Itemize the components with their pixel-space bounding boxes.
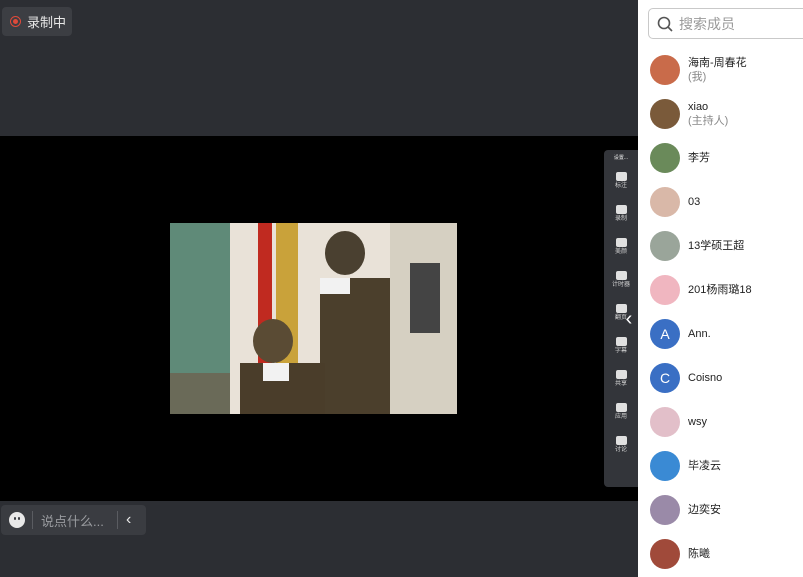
- avatar: C: [650, 363, 680, 393]
- member-name: 毕凌云: [688, 460, 721, 472]
- divider: [117, 511, 118, 529]
- shared-video-area: [0, 136, 638, 501]
- avatar: [650, 55, 680, 85]
- tool-label: 共享: [614, 380, 627, 387]
- member-panel: 搜索成员 海南-周春花 (我) xiao (主持人) 李芳 03 13学硕王超 20…: [638, 0, 803, 577]
- member-item[interactable]: 03: [650, 187, 800, 217]
- collapse-panel-button[interactable]: ‹: [620, 304, 638, 334]
- tool-annotate[interactable]: 标注: [604, 164, 638, 197]
- avatar: [650, 231, 680, 261]
- divider: [32, 511, 33, 529]
- member-name: 03: [688, 196, 701, 208]
- chevron-left-icon: ‹: [625, 307, 633, 330]
- tool-label: 讨论: [614, 446, 627, 453]
- tool-timer[interactable]: 计时器: [604, 263, 638, 296]
- member-item[interactable]: 201杨雨璐18: [650, 275, 800, 305]
- member-item[interactable]: 毕凌云: [650, 451, 800, 481]
- avatar: [650, 143, 680, 173]
- avatar: [650, 275, 680, 305]
- tool-label: 字幕: [614, 347, 627, 354]
- apps-icon: [615, 402, 627, 412]
- toolbar-settings[interactable]: 设置...: [604, 150, 638, 164]
- timer-icon: [615, 270, 627, 280]
- record-dot-icon: [10, 16, 21, 27]
- member-name: Coisno: [688, 372, 723, 384]
- member-item[interactable]: xiao (主持人): [650, 99, 800, 129]
- tool-beauty[interactable]: 美颜: [604, 230, 638, 263]
- member-role: (主持人): [688, 115, 729, 127]
- chat-bar: 说点什么... ‹: [1, 505, 146, 535]
- member-item[interactable]: C Coisno: [650, 363, 800, 393]
- discussion-icon: [615, 435, 627, 445]
- member-name: 13学硕王超: [688, 240, 745, 252]
- member-name: 李芳: [688, 152, 710, 164]
- tool-discussion[interactable]: 讨论: [604, 428, 638, 461]
- avatar: [650, 495, 680, 525]
- tool-label: 应用: [614, 413, 627, 420]
- member-name: 边奕安: [688, 504, 721, 516]
- meeting-stage: 录制中 设置... 标注 录制 美颜 计时器 翻页 字幕 共享 应用 讨论 ‹ …: [0, 0, 638, 577]
- avatar: [650, 99, 680, 129]
- tool-label: 美颜: [614, 248, 627, 255]
- member-item[interactable]: 13学硕王超: [650, 231, 800, 261]
- beauty-icon: [615, 237, 627, 247]
- member-name: 201杨雨璐18: [688, 284, 752, 296]
- record-icon: [615, 204, 627, 214]
- avatar: [650, 451, 680, 481]
- tool-share[interactable]: 共享: [604, 362, 638, 395]
- tool-apps[interactable]: 应用: [604, 395, 638, 428]
- tool-label: 标注: [614, 182, 627, 189]
- avatar: [650, 407, 680, 437]
- subtitle-icon: [615, 336, 627, 346]
- member-item[interactable]: 陈曦: [650, 539, 800, 569]
- member-item[interactable]: A Ann.: [650, 319, 800, 349]
- tool-record[interactable]: 录制: [604, 197, 638, 230]
- search-placeholder: 搜索成员: [679, 15, 735, 32]
- member-item[interactable]: wsy: [650, 407, 800, 437]
- search-icon: [657, 16, 673, 32]
- chevron-left-icon[interactable]: ‹: [126, 511, 131, 529]
- tool-label: 录制: [614, 215, 627, 222]
- recording-label: 录制中: [27, 15, 67, 30]
- member-name: 陈曦: [688, 548, 710, 560]
- member-item[interactable]: 边奕安: [650, 495, 800, 525]
- member-name: Ann.: [688, 328, 711, 340]
- member-name: xiao: [688, 101, 709, 113]
- member-search-input[interactable]: 搜索成员: [648, 8, 803, 39]
- screen-share-icon: [615, 369, 627, 379]
- chat-input[interactable]: 说点什么...: [41, 511, 111, 530]
- tool-label: 计时器: [611, 281, 630, 288]
- member-item[interactable]: 李芳: [650, 143, 800, 173]
- emoji-icon[interactable]: [9, 512, 25, 528]
- member-item[interactable]: 海南-周春花 (我): [650, 55, 800, 85]
- member-name: 海南-周春花: [688, 57, 747, 69]
- avatar: [650, 539, 680, 569]
- avatar: [650, 187, 680, 217]
- member-name: wsy: [688, 416, 707, 428]
- recording-badge[interactable]: 录制中: [2, 7, 72, 36]
- shared-image: [170, 223, 457, 414]
- avatar: A: [650, 319, 680, 349]
- pen-icon: [615, 171, 627, 181]
- member-role: (我): [688, 71, 707, 83]
